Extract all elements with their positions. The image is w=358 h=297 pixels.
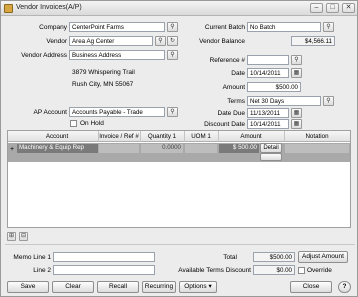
- current-batch-label: Current Batch: [204, 24, 245, 31]
- help-icon[interactable]: ?: [338, 281, 351, 293]
- date-field[interactable]: 10/14/2011: [247, 68, 289, 78]
- amount-label: Amount: [222, 84, 245, 91]
- terms-discount-field: $0.00: [253, 265, 295, 275]
- reference-field[interactable]: [247, 55, 289, 65]
- column-header-quantity[interactable]: Quantity 1: [140, 133, 184, 140]
- notation-cell[interactable]: [285, 144, 349, 153]
- maximize-button[interactable]: □: [326, 3, 339, 13]
- override-label: Override: [307, 267, 332, 274]
- amount-field[interactable]: $500.00: [247, 82, 301, 92]
- ap-account-field[interactable]: Accounts Payable - Trade: [69, 107, 165, 117]
- close-window-button[interactable]: ✕: [342, 3, 355, 13]
- row-expand-icon[interactable]: +: [10, 146, 14, 155]
- override-checkbox[interactable]: [298, 267, 305, 274]
- window-title: Vendor Invoices(A/P): [16, 4, 82, 11]
- on-hold-label: On Hold: [80, 120, 104, 127]
- vendor-address-label: Vendor Address: [21, 52, 67, 59]
- options-button[interactable]: Options ▾: [179, 281, 217, 293]
- terms-field[interactable]: Net 30 Days: [247, 96, 321, 106]
- memo-line1-field[interactable]: [53, 252, 155, 262]
- column-header-amount[interactable]: Amount: [218, 133, 284, 140]
- invoice-lines-grid[interactable]: Account Invoice / Ref # Quantity 1 UOM 1…: [7, 130, 351, 228]
- invoice-icon: [4, 4, 13, 13]
- column-header-invoice-ref[interactable]: Invoice / Ref #: [98, 133, 140, 140]
- date-due-calendar-icon[interactable]: ▦: [291, 108, 302, 118]
- vendor-balance-label: Vendor Balance: [199, 38, 245, 45]
- date-due-label: Date Due: [217, 110, 245, 117]
- total-label: Total: [223, 254, 237, 261]
- table-row[interactable]: + Machinery & Equip Rep 0.0000 $ 500.00 …: [8, 143, 350, 162]
- memo-line2-field[interactable]: [53, 265, 155, 275]
- ap-account-label: AP Account: [33, 109, 68, 116]
- address-line-1: 3879 Whispering Trail: [72, 69, 135, 76]
- account-cell[interactable]: Machinery & Equip Rep: [17, 144, 98, 153]
- company-label: Company: [39, 24, 67, 31]
- vendor-invoices-window: Vendor Invoices(A/P) – □ ✕ Company Cente…: [0, 0, 358, 297]
- amount-cell[interactable]: $ 500.00: [219, 144, 259, 153]
- save-button[interactable]: Save: [7, 281, 49, 293]
- terms-label: Terms: [227, 98, 245, 105]
- chevron-down-icon: ▾: [208, 283, 212, 290]
- detail-sub-button[interactable]: [260, 153, 282, 161]
- terms-discount-label: Available Terms Discount: [178, 267, 251, 274]
- column-header-notation[interactable]: Notation: [284, 133, 350, 140]
- close-button[interactable]: Close: [290, 281, 332, 293]
- vendor-label: Vendor: [46, 38, 67, 45]
- vendor-balance-field: $4,566.11: [291, 36, 335, 46]
- delete-row-icon[interactable]: ⊟: [19, 232, 28, 241]
- company-lookup-icon[interactable]: ⚲: [167, 22, 178, 32]
- vendor-edit-icon[interactable]: ↻: [167, 36, 178, 46]
- discount-date-label: Discount Date: [204, 121, 245, 128]
- grid-header: Account Invoice / Ref # Quantity 1 UOM 1…: [8, 131, 350, 142]
- on-hold-checkbox[interactable]: [70, 120, 77, 127]
- vendor-field[interactable]: Area Ag Center: [69, 36, 153, 46]
- memo-line2-label: Line 2: [33, 267, 51, 274]
- add-row-icon[interactable]: ⊞: [7, 232, 16, 241]
- quantity-cell[interactable]: 0.0000: [141, 144, 183, 153]
- clear-button[interactable]: Clear: [52, 281, 94, 293]
- ap-account-lookup-icon[interactable]: ⚲: [167, 107, 178, 117]
- recurring-button[interactable]: Recurring: [142, 281, 176, 293]
- memo-line1-label: Memo Line 1: [13, 254, 51, 261]
- column-header-account[interactable]: Account: [16, 133, 98, 140]
- discount-date-calendar-icon[interactable]: ▦: [291, 119, 302, 129]
- recall-button[interactable]: Recall: [97, 281, 139, 293]
- address-line-2: Rush City, MN 55067: [72, 81, 134, 88]
- total-field: $500.00: [253, 252, 295, 262]
- current-batch-lookup-icon[interactable]: ⚲: [323, 22, 334, 32]
- invoice-ref-cell[interactable]: [99, 144, 139, 153]
- vendor-lookup-icon[interactable]: ⚲: [155, 36, 166, 46]
- detail-button[interactable]: Detail: [260, 143, 282, 153]
- date-label: Date: [231, 70, 245, 77]
- title-bar: Vendor Invoices(A/P) – □ ✕: [1, 1, 357, 16]
- divider: [5, 244, 355, 245]
- vendor-address-lookup-icon[interactable]: ⚲: [167, 50, 178, 60]
- reference-lookup-icon[interactable]: ⚲: [291, 55, 302, 65]
- column-header-uom[interactable]: UOM 1: [184, 133, 218, 140]
- uom-cell[interactable]: [185, 144, 217, 153]
- adjust-amount-button[interactable]: Adjust Amount: [298, 251, 348, 263]
- terms-lookup-icon[interactable]: ⚲: [323, 96, 334, 106]
- date-due-field[interactable]: 11/13/2011: [247, 108, 289, 118]
- vendor-address-field[interactable]: Business Address: [69, 50, 165, 60]
- current-batch-field[interactable]: No Batch: [247, 22, 321, 32]
- company-field[interactable]: CenterPoint Farms: [69, 22, 165, 32]
- options-label: Options: [184, 283, 207, 290]
- date-calendar-icon[interactable]: ▦: [291, 68, 302, 78]
- reference-label: Reference #: [209, 57, 245, 64]
- discount-date-field[interactable]: 10/14/2011: [247, 119, 289, 129]
- minimize-button[interactable]: –: [310, 3, 323, 13]
